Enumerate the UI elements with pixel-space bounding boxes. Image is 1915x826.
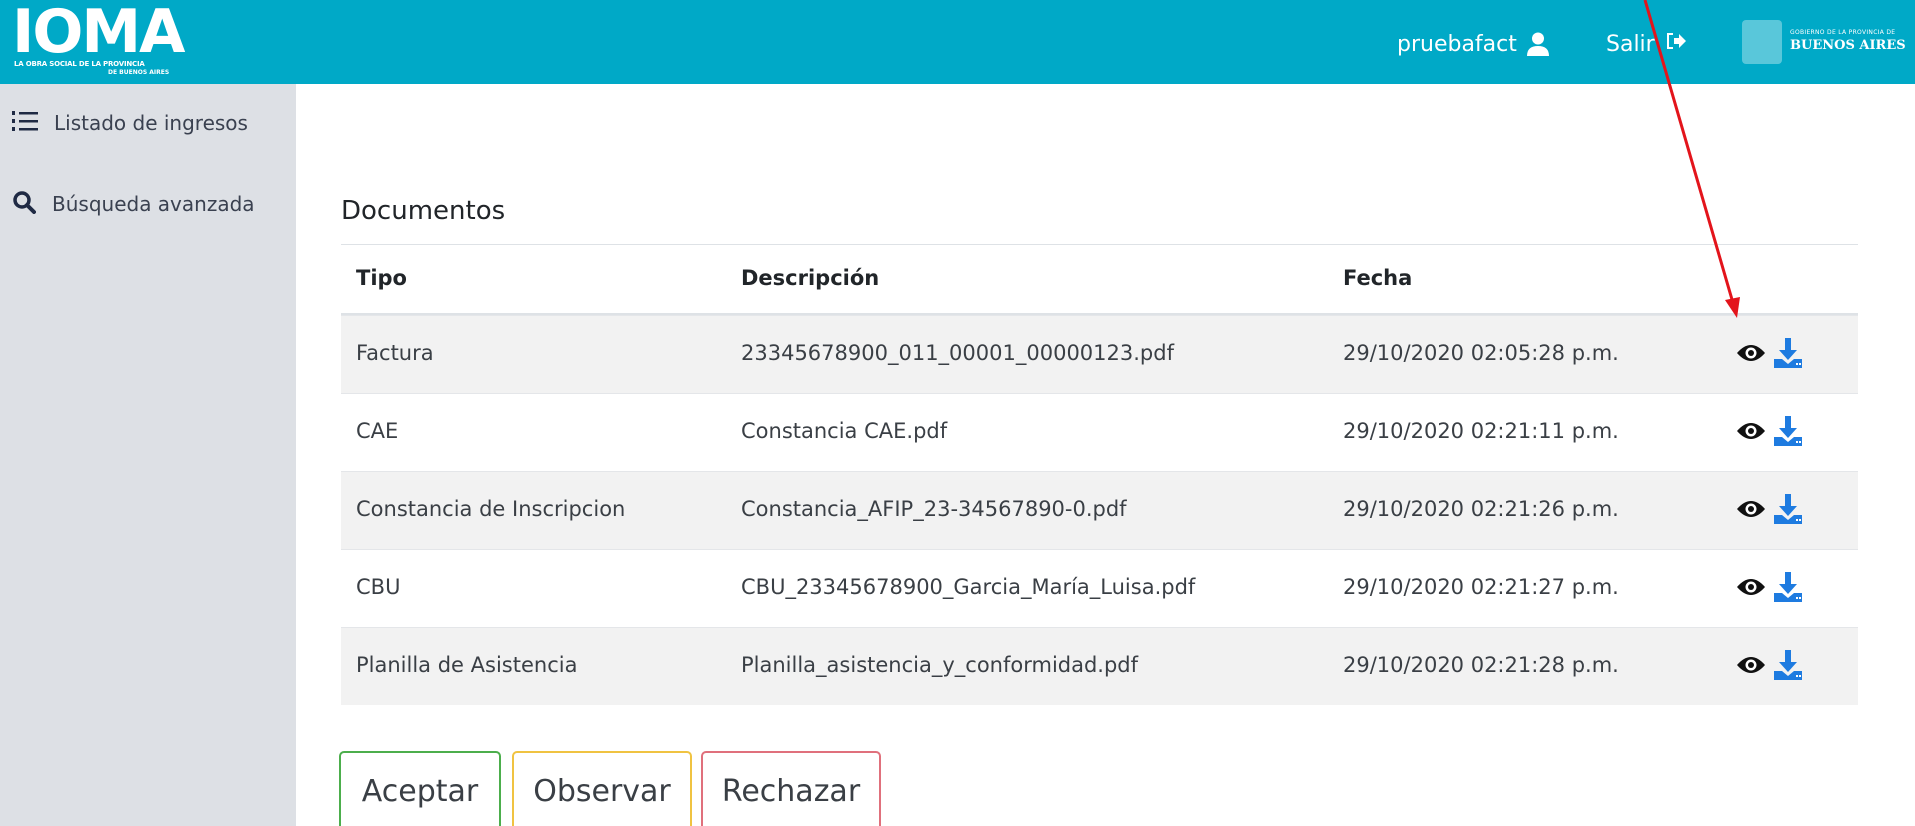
cell-fecha: 29/10/2020 02:21:27 p.m. (1343, 575, 1619, 599)
sign-out-icon (1665, 31, 1687, 57)
cell-descripcion: 23345678900_011_00001_00000123.pdf (741, 341, 1174, 365)
logo-title: IOMA (12, 0, 185, 67)
table-header: Tipo Descripción Fecha (341, 245, 1858, 315)
cell-tipo: CAE (356, 419, 399, 443)
sidebar-item-label: Búsqueda avanzada (52, 192, 255, 216)
table-row: CBU CBU_23345678900_Garcia_María_Luisa.pd… (341, 549, 1858, 627)
cell-tipo: Planilla de Asistencia (356, 653, 578, 677)
cell-descripcion: Constancia_AFIP_23-34567890-0.pdf (741, 497, 1127, 521)
row-actions (1736, 338, 1802, 372)
logo-subtitle-1: LA OBRA SOCIAL DE LA PROVINCIA (14, 60, 145, 68)
sidebar-item-listado-ingresos[interactable]: Listado de ingresos (12, 107, 248, 139)
table-row: CAE Constancia CAE.pdf 29/10/2020 02:21:11… (341, 393, 1858, 471)
province-emblem-icon (1742, 20, 1782, 64)
cell-fecha: 29/10/2020 02:05:28 p.m. (1343, 341, 1619, 365)
top-navbar: IOMA LA OBRA SOCIAL DE LA PROVINCIA DE B… (0, 0, 1915, 84)
column-header-descripcion: Descripción (741, 266, 880, 290)
documents-table: Tipo Descripción Fecha Factura 2334567890… (341, 244, 1858, 705)
cell-descripcion: Planilla_asistencia_y_conformidad.pdf (741, 653, 1139, 677)
gov-logo-line2: BUENOS AIRES (1790, 38, 1906, 53)
row-actions (1736, 494, 1802, 528)
list-icon (12, 110, 38, 137)
download-icon[interactable] (1774, 650, 1802, 684)
cell-fecha: 29/10/2020 02:21:11 p.m. (1343, 419, 1619, 443)
eye-icon[interactable] (1736, 421, 1766, 445)
reject-button[interactable]: Rechazar (701, 751, 881, 826)
download-icon[interactable] (1774, 338, 1802, 372)
search-icon (12, 190, 36, 219)
cell-fecha: 29/10/2020 02:21:28 p.m. (1343, 653, 1619, 677)
table-row: Factura 23345678900_011_00001_00000123.pd… (341, 315, 1858, 393)
logout-button[interactable]: Salir (1606, 28, 1687, 60)
observe-button[interactable]: Observar (512, 751, 692, 826)
user-icon (1526, 32, 1549, 56)
cell-descripcion: CBU_23345678900_Garcia_María_Luisa.pdf (741, 575, 1196, 599)
table-row: Constancia de Inscripcion Constancia_AFIP… (341, 471, 1858, 549)
table-body: Factura 23345678900_011_00001_00000123.pd… (341, 315, 1858, 705)
cell-tipo: Constancia de Inscripcion (356, 497, 626, 521)
eye-icon[interactable] (1736, 343, 1766, 367)
user-menu[interactable]: pruebafact (1397, 28, 1549, 60)
cell-tipo: Factura (356, 341, 434, 365)
row-actions (1736, 650, 1802, 684)
row-actions (1736, 416, 1802, 450)
column-header-tipo: Tipo (356, 266, 407, 290)
sidebar-item-label: Listado de ingresos (54, 111, 248, 135)
cell-descripcion: Constancia CAE.pdf (741, 419, 948, 443)
eye-icon[interactable] (1736, 499, 1766, 523)
eye-icon[interactable] (1736, 655, 1766, 679)
ioma-logo[interactable]: IOMA LA OBRA SOCIAL DE LA PROVINCIA DE B… (12, 0, 185, 80)
username-label: pruebafact (1397, 31, 1517, 57)
gov-buenos-aires-logo: GOBIERNO DE LA PROVINCIA DE BUENOS AIRES (1742, 20, 1906, 64)
logo-subtitle-2: DE BUENOS AIRES (108, 69, 170, 76)
page-title: Documentos (341, 196, 506, 226)
accept-button[interactable]: Aceptar (339, 751, 501, 826)
cell-fecha: 29/10/2020 02:21:26 p.m. (1343, 497, 1619, 521)
eye-icon[interactable] (1736, 577, 1766, 601)
column-header-fecha: Fecha (1343, 266, 1413, 290)
row-actions (1736, 572, 1802, 606)
sidebar-item-busqueda-avanzada[interactable]: Búsqueda avanzada (12, 188, 255, 220)
gov-logo-line1: GOBIERNO DE LA PROVINCIA DE (1790, 29, 1896, 36)
download-icon[interactable] (1774, 572, 1802, 606)
download-icon[interactable] (1774, 416, 1802, 450)
logout-label: Salir (1606, 31, 1655, 57)
cell-tipo: CBU (356, 575, 401, 599)
download-icon[interactable] (1774, 494, 1802, 528)
table-row: Planilla de Asistencia Planilla_asistenci… (341, 627, 1858, 705)
